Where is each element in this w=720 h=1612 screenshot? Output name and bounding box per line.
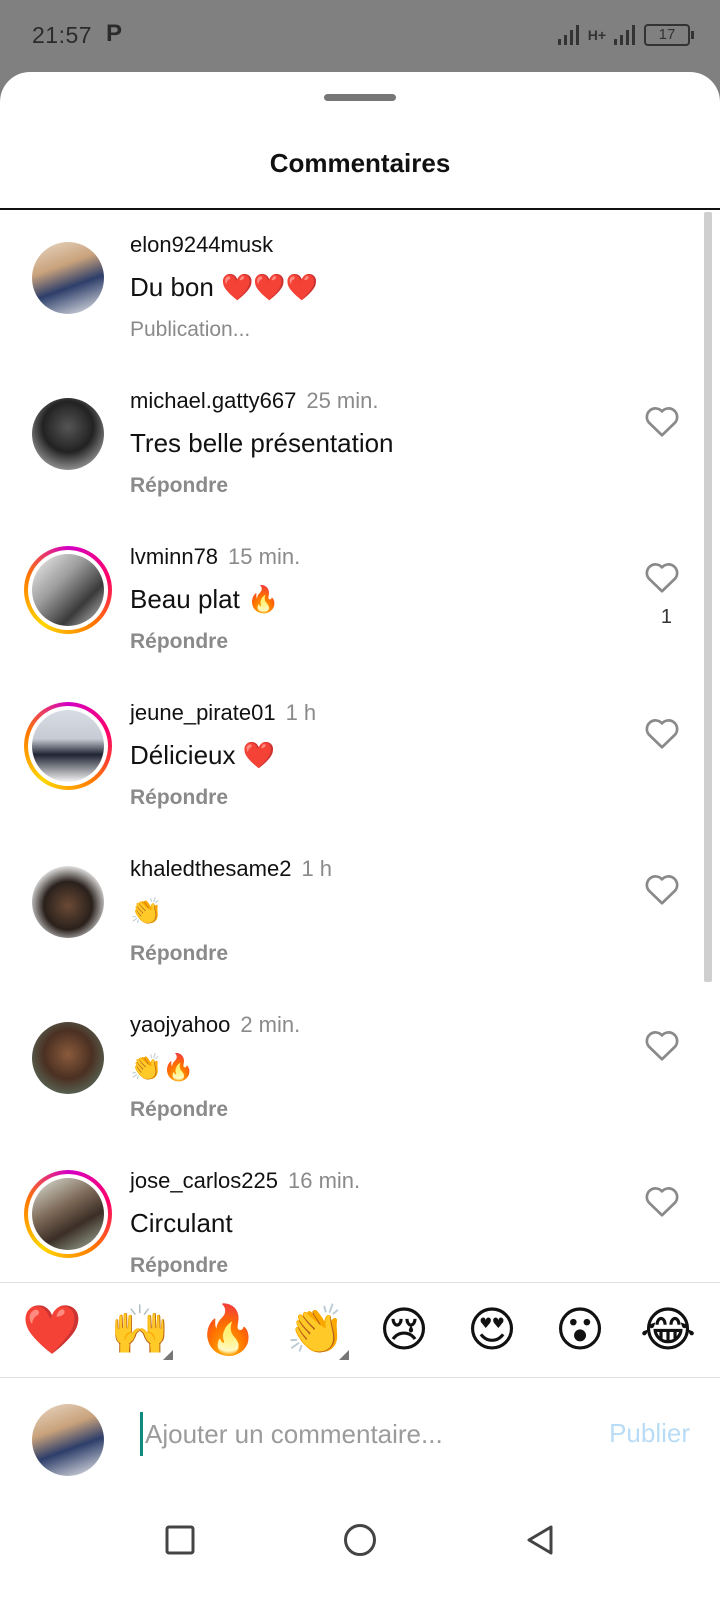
comment-text: Délicieux ❤️	[130, 740, 276, 770]
circle-icon	[344, 1524, 376, 1556]
comments-sheet: Commentaires elon9244musk Du bon ❤️❤️❤️ …	[0, 72, 720, 1612]
system-navigation-bar	[0, 1488, 720, 1612]
comment-item: lvminn78 15 min. Beau plat 🔥 Répondre 1	[0, 524, 720, 680]
comment-time: 25 min.	[306, 388, 379, 413]
reply-button[interactable]: Répondre	[130, 1254, 228, 1278]
network-type: H+	[587, 27, 606, 43]
emoji-laughing-button[interactable]: 😂	[633, 1302, 703, 1358]
recents-button[interactable]	[158, 1518, 202, 1562]
heart-outline-icon[interactable]	[644, 560, 680, 594]
comment-text: Tres belle présentation	[130, 428, 394, 458]
heart-outline-icon[interactable]	[644, 404, 680, 438]
heart-outline-icon[interactable]	[644, 716, 680, 750]
avatar-story-ring[interactable]	[24, 546, 112, 634]
heart-outline-icon[interactable]	[644, 1028, 680, 1062]
sheet-drag-handle[interactable]	[324, 94, 396, 101]
reply-button[interactable]: Répondre	[130, 942, 228, 966]
reply-button[interactable]: Répondre	[130, 1098, 228, 1122]
reply-button[interactable]: Répondre	[130, 786, 228, 810]
signal-icon	[557, 25, 579, 45]
reply-button[interactable]: Répondre	[130, 630, 228, 654]
comment-item: elon9244musk Du bon ❤️❤️❤️ Publication..…	[0, 212, 720, 368]
comment-status: Publication...	[130, 318, 251, 341]
comment-text: 👏	[130, 896, 163, 926]
comment-username[interactable]: michael.gatty667 25 min.	[130, 388, 378, 414]
comment-text: 👏🔥	[130, 1052, 195, 1082]
comment-username[interactable]: jeune_pirate01 1 h	[130, 700, 316, 726]
emoji-glyph: 👏	[286, 1302, 346, 1358]
avatar[interactable]	[24, 858, 112, 946]
battery-icon: 17	[644, 24, 694, 46]
reply-button[interactable]: Répondre	[130, 474, 228, 498]
app-notification-icon: P	[106, 20, 123, 47]
publish-button[interactable]: Publier	[609, 1418, 690, 1449]
comment-item: khaledthesame2 1 h 👏 Répondre	[0, 836, 720, 992]
emoji-surprised-button[interactable]: 😮	[545, 1302, 615, 1358]
sheet-title: Commentaires	[269, 148, 451, 178]
emoji-crying-button[interactable]: 😢	[369, 1302, 439, 1358]
emoji-heart-eyes-button[interactable]: 😍	[457, 1302, 527, 1358]
comment-username[interactable]: yaojyahoo 2 min.	[130, 1012, 300, 1038]
comment-username[interactable]: khaledthesame2 1 h	[130, 856, 332, 882]
comment-item: jose_carlos225 16 min. Circulant Répondre	[0, 1148, 720, 1304]
back-button[interactable]	[518, 1518, 562, 1562]
comment-item: jeune_pirate01 1 h Délicieux ❤️ Répondre	[0, 680, 720, 836]
emoji-glyph: 🙌	[110, 1302, 170, 1358]
emoji-heart-button[interactable]: ❤️	[17, 1302, 87, 1358]
own-avatar	[24, 1396, 112, 1484]
comment-item: michael.gatty667 25 min. Tres belle prése…	[0, 368, 720, 524]
heart-outline-icon[interactable]	[644, 1184, 680, 1218]
comment-username[interactable]: lvminn78 15 min.	[130, 544, 300, 570]
skin-tone-indicator	[339, 1350, 349, 1360]
square-icon	[165, 1525, 195, 1555]
comment-username[interactable]: elon9244musk	[130, 232, 273, 258]
avatar-story-ring[interactable]	[24, 1170, 112, 1258]
avatar[interactable]	[24, 1014, 112, 1102]
comment-time: 16 min.	[287, 1168, 361, 1193]
comment-time: 15 min.	[228, 544, 301, 569]
comment-item: yaojyahoo 2 min. 👏🔥 Répondre	[0, 992, 720, 1148]
comment-time: 1 h	[285, 700, 317, 725]
comment-username[interactable]: jose_carlos225 16 min.	[130, 1168, 360, 1194]
skin-tone-indicator	[163, 1350, 173, 1360]
emoji-reaction-bar: ❤️ 🙌 🔥 👏 😢 😍 😮 😂	[0, 1282, 720, 1378]
comment-time: 1 h	[301, 856, 333, 881]
title-divider	[0, 208, 720, 210]
avatar[interactable]	[24, 390, 112, 478]
status-bar: 21:57 P H+ 17	[0, 0, 720, 72]
status-time: 21:57	[32, 22, 93, 48]
signal-icon-2	[614, 25, 635, 45]
comment-time: 2 min.	[240, 1012, 301, 1037]
heart-outline-icon[interactable]	[644, 872, 680, 906]
comment-text: Beau plat 🔥	[130, 584, 280, 614]
avatar[interactable]	[24, 234, 112, 322]
emoji-clap-button[interactable]: 👏	[281, 1302, 351, 1360]
emoji-fire-button[interactable]: 🔥	[193, 1302, 263, 1358]
status-icons: H+ 17	[557, 22, 694, 48]
home-button[interactable]	[338, 1518, 382, 1562]
comment-text: Du bon ❤️❤️❤️	[130, 272, 319, 302]
comment-composer: Publier	[0, 1378, 720, 1488]
avatar-story-ring[interactable]	[24, 702, 112, 790]
triangle-back-icon	[527, 1525, 553, 1555]
like-count: 1	[660, 606, 672, 628]
comment-input[interactable]	[140, 1412, 570, 1456]
emoji-raising-hands-button[interactable]: 🙌	[105, 1302, 175, 1360]
comment-text: Circulant	[130, 1208, 233, 1238]
